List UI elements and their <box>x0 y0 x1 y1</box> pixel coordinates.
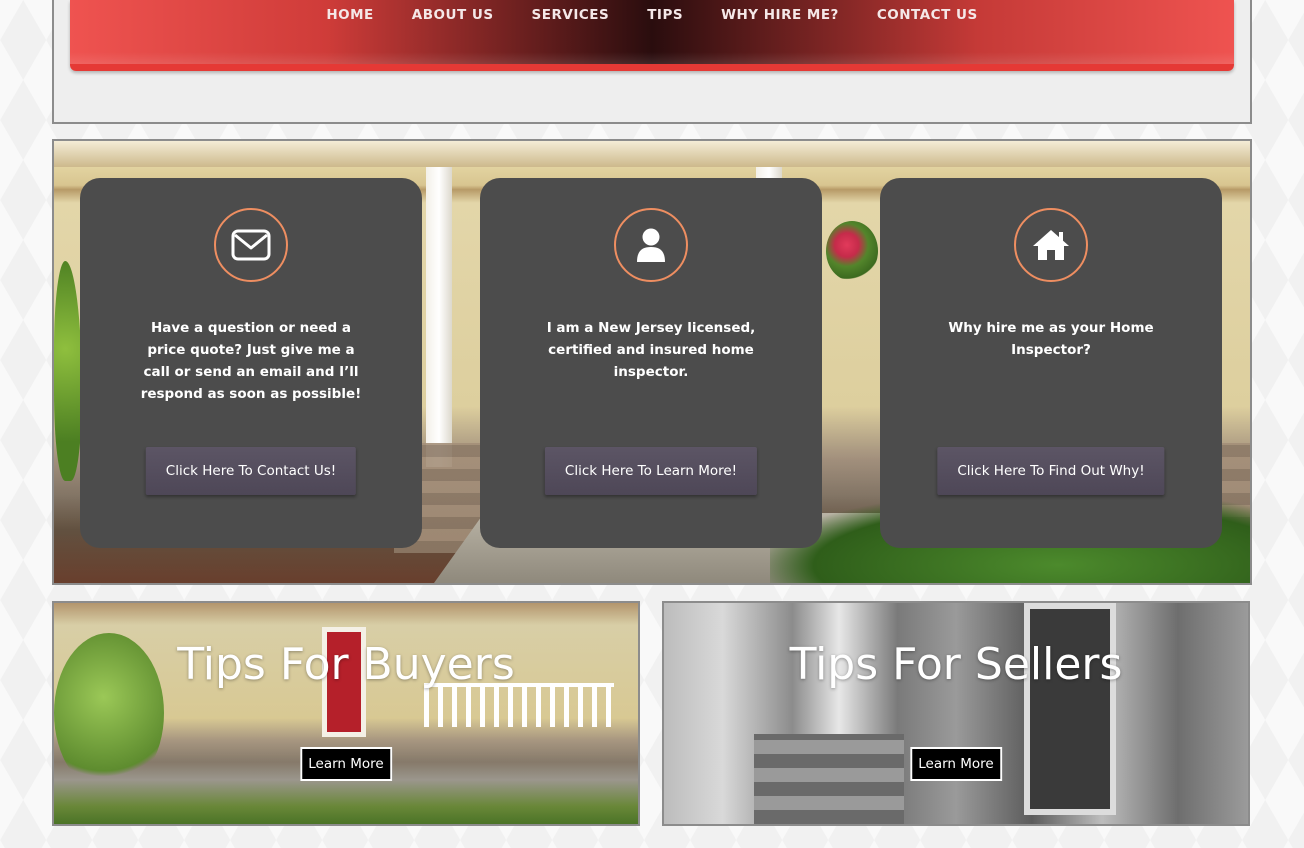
hero-porch-roof <box>54 141 1250 167</box>
nav-about-us[interactable]: ABOUT US <box>412 7 494 23</box>
tips-buyers-title: Tips For Buyers <box>177 639 515 690</box>
hanging-flower-basket <box>826 221 878 281</box>
find-out-why-button[interactable]: Click Here To Find Out Why! <box>937 447 1165 495</box>
tips-buyers-panel[interactable]: Tips For Buyers Learn More <box>52 601 640 826</box>
learn-more-button[interactable]: Click Here To Learn More! <box>544 447 758 495</box>
contact-card: Have a question or need a price quote? J… <box>80 178 422 548</box>
why-hire-card-text: Why hire me as your Home Inspector? <box>948 320 1154 358</box>
about-card: I am a New Jersey licensed, certified an… <box>480 178 822 548</box>
icon-ring <box>214 208 288 282</box>
front-door <box>1024 603 1116 815</box>
why-hire-card: Why hire me as your Home Inspector? Clic… <box>880 178 1222 548</box>
contact-card-text: Have a question or need a price quote? J… <box>140 320 362 402</box>
stone-column <box>754 734 904 824</box>
user-icon <box>637 228 665 262</box>
tips-buyers-learn-more-button[interactable]: Learn More <box>300 747 392 781</box>
contact-us-button[interactable]: Click Here To Contact Us! <box>145 447 357 495</box>
tips-sellers-learn-more-button[interactable]: Learn More <box>910 747 1002 781</box>
nav-why-hire-me[interactable]: WHY HIRE ME? <box>721 7 839 23</box>
icon-ring <box>1014 208 1088 282</box>
envelope-icon <box>231 229 271 261</box>
nav-home[interactable]: HOME <box>326 7 373 23</box>
tips-sellers-title: Tips For Sellers <box>789 639 1123 690</box>
nav-contact-us[interactable]: CONTACT US <box>877 7 978 23</box>
tips-sellers-panel[interactable]: Tips For Sellers Learn More <box>662 601 1250 826</box>
about-card-text: I am a New Jersey licensed, certified an… <box>546 320 756 380</box>
main-navigation: HOME ABOUT US SERVICES TIPS WHY HIRE ME?… <box>70 0 1234 71</box>
home-icon <box>1033 230 1069 260</box>
icon-ring <box>614 208 688 282</box>
nav-services[interactable]: SERVICES <box>532 7 610 23</box>
hero-porch-column <box>426 167 452 467</box>
hero-shrub <box>54 261 82 481</box>
hero-section: Have a question or need a price quote? J… <box>52 139 1252 585</box>
nav-tips[interactable]: TIPS <box>647 7 683 23</box>
